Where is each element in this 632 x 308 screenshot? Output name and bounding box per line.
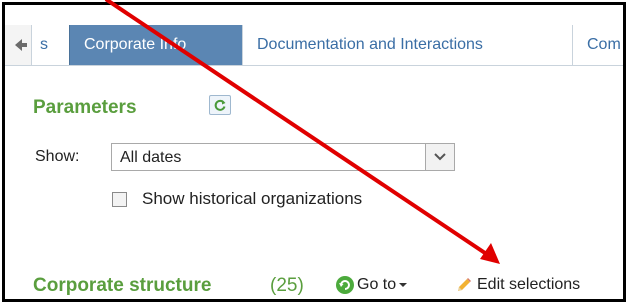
tab-label: Corporate Info <box>84 36 187 53</box>
tab-corporate-info[interactable]: Corporate Info <box>69 25 242 65</box>
show-label: Show: <box>35 148 80 165</box>
historical-orgs-checkbox[interactable] <box>112 192 127 207</box>
tab-label: Documentation and Interactions <box>257 36 483 53</box>
tab-label: s <box>40 36 48 53</box>
toolbar-divider <box>623 275 624 297</box>
refresh-icon <box>214 99 226 111</box>
corporate-structure-count: (25) <box>270 275 304 296</box>
caret-down-icon <box>399 283 408 287</box>
screenshot-frame: s Corporate Info Documentation and Inter… <box>2 2 626 302</box>
tab-partial-left[interactable]: s <box>31 25 69 65</box>
tab-documentation-interactions[interactable]: Documentation and Interactions <box>242 25 572 65</box>
edit-label: Edit selections <box>477 276 581 293</box>
corporate-structure-heading: Corporate structure <box>33 275 212 296</box>
tab-bar: s Corporate Info Documentation and Inter… <box>5 25 623 66</box>
date-filter-select[interactable]: All dates <box>111 143 455 171</box>
tab-label: Com <box>587 36 621 53</box>
edit-selections-button[interactable]: Edit selections <box>455 273 580 297</box>
refresh-icon[interactable] <box>209 95 231 115</box>
tab-partial-right[interactable]: Com <box>572 25 623 65</box>
historical-orgs-label: Show historical organizations <box>142 189 363 208</box>
arrow-left-icon <box>15 39 27 51</box>
select-value: All dates <box>120 149 182 166</box>
chevron-down-icon <box>434 153 446 161</box>
goto-circle-arrow-icon <box>336 276 354 294</box>
goto-label: Go to <box>357 276 397 293</box>
arrow-left-icon[interactable] <box>10 25 32 65</box>
pencil-icon <box>458 278 471 291</box>
goto-button[interactable]: Go to <box>335 273 408 297</box>
chevron-down-icon[interactable] <box>425 144 454 170</box>
parameters-heading: Parameters <box>33 97 137 118</box>
